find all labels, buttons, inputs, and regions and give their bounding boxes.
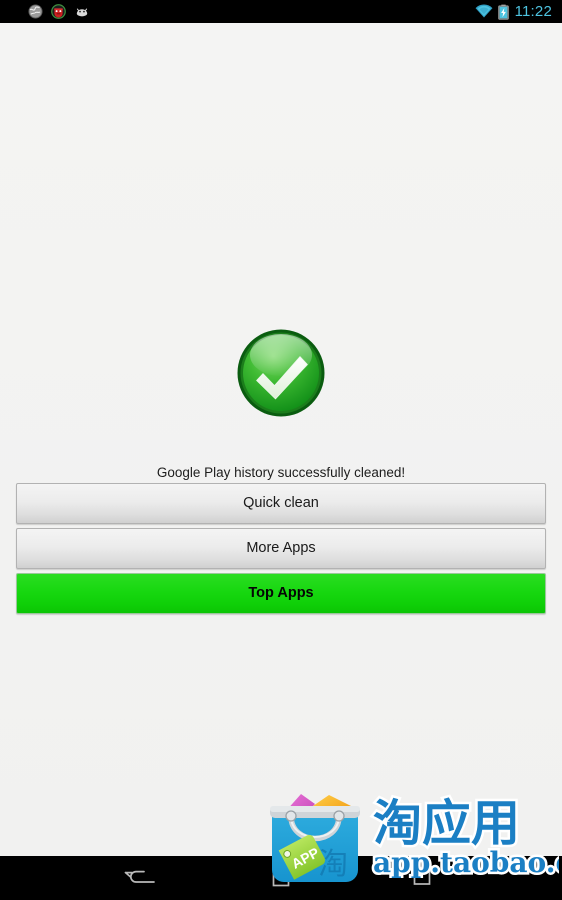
wifi-icon (475, 4, 493, 19)
recents-icon (411, 867, 433, 889)
device-screen: 11:22 Google Play history successfully c… (0, 0, 562, 900)
action-button-stack: Quick clean More Apps Top Apps (16, 483, 546, 618)
success-icon-container (0, 328, 562, 418)
top-apps-button[interactable]: Top Apps (16, 573, 546, 614)
globe-icon (28, 4, 43, 19)
back-arrow-icon (123, 867, 157, 889)
status-bar: 11:22 (0, 0, 562, 23)
more-apps-button[interactable]: More Apps (16, 528, 546, 569)
home-button[interactable] (253, 858, 309, 898)
android-head-icon (74, 4, 90, 19)
android-navigation-bar (0, 856, 562, 900)
battery-charging-icon (497, 4, 509, 20)
notification-icons (28, 4, 90, 19)
app-content: Google Play history successfully cleaned… (0, 23, 562, 856)
recents-button[interactable] (394, 858, 450, 898)
quick-clean-button[interactable]: Quick clean (16, 483, 546, 524)
home-square-icon (270, 867, 292, 889)
green-check-circle-icon (236, 328, 326, 418)
status-bar-clock: 11:22 (514, 3, 552, 20)
back-button[interactable] (112, 858, 168, 898)
system-status-icons: 11:22 (475, 3, 552, 20)
alert-face-icon (51, 4, 66, 19)
status-message: Google Play history successfully cleaned… (156, 465, 406, 480)
